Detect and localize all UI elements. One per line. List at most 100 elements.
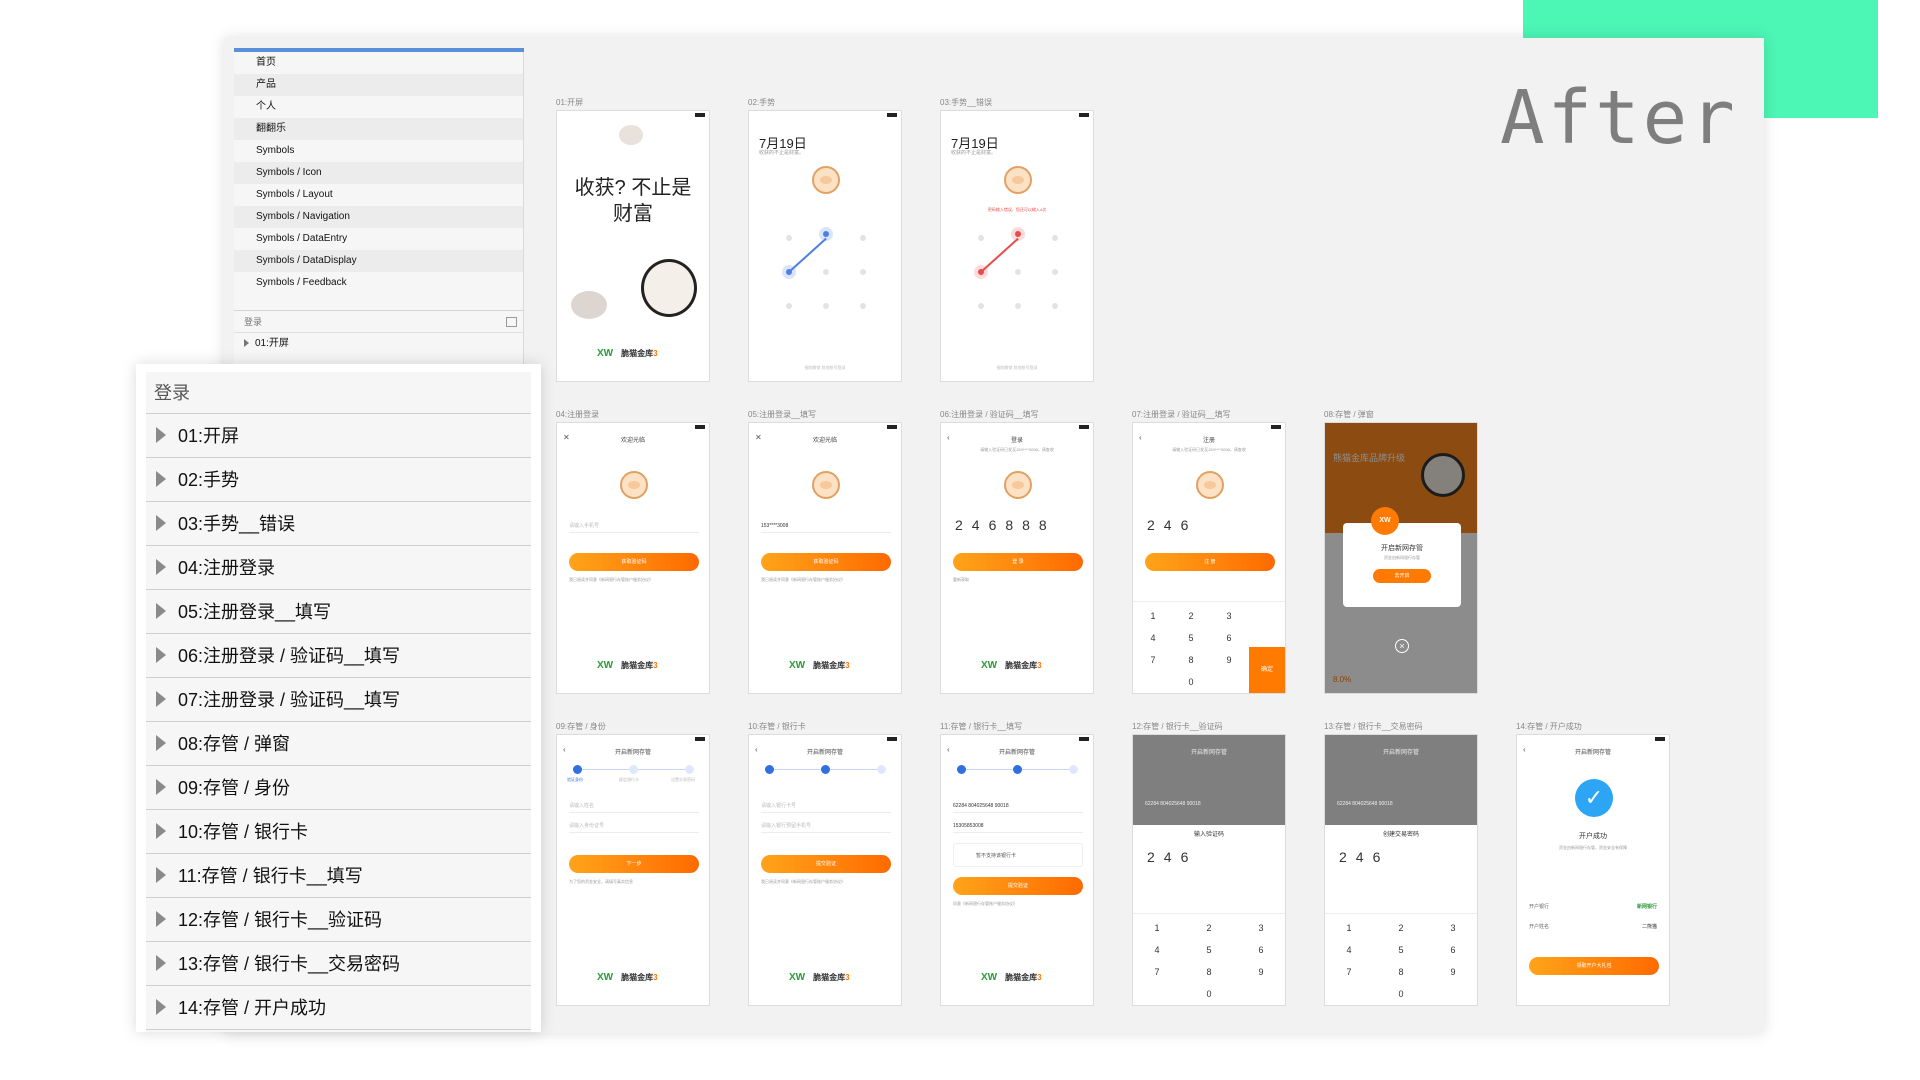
disclosure-triangle-icon[interactable] xyxy=(156,691,166,707)
key[interactable]: 6 xyxy=(1209,628,1249,648)
zoom-layer-row[interactable]: 08:存管 / 弹窗 xyxy=(146,722,531,766)
key[interactable]: 4 xyxy=(1133,628,1173,648)
key[interactable]: 5 xyxy=(1171,628,1211,648)
key[interactable]: 2 xyxy=(1171,606,1211,626)
zoom-layer-row[interactable]: 11:存管 / 银行卡__填写 xyxy=(146,854,531,898)
artboard[interactable]: 14:存管 / 开户成功 ‹ 开启新网存管 ✓ 开户成功 资金由新网银行存管，资… xyxy=(1516,722,1670,1006)
gesture-dot[interactable] xyxy=(860,235,866,241)
key[interactable]: 2 xyxy=(1381,918,1421,938)
gesture-dot[interactable] xyxy=(1052,269,1058,275)
page-item[interactable]: Symbols / DataDisplay xyxy=(234,250,523,272)
key[interactable]: 9 xyxy=(1433,962,1473,982)
page-item[interactable]: Symbols / Layout xyxy=(234,184,523,206)
gesture-dot[interactable] xyxy=(978,235,984,241)
page-item[interactable]: 个人 xyxy=(234,96,523,118)
verification-code[interactable]: 246888 xyxy=(955,517,1056,533)
key[interactable]: 3 xyxy=(1433,918,1473,938)
gesture-dot[interactable] xyxy=(1015,231,1021,237)
gesture-dot[interactable] xyxy=(786,303,792,309)
gesture-dot[interactable] xyxy=(1015,303,1021,309)
artboard[interactable]: 04:注册登录 ✕ 欢迎光临 请输入手机号 获取验证码 我已阅读并同意《新网银行… xyxy=(556,410,710,694)
artboard[interactable]: 02:手势 7月19日 收获的不止是财富。 指纹解锁 其他账号登录 xyxy=(748,98,902,382)
artboard[interactable]: 07:注册登录 / 验证码__填写 ‹ 注册 请输入验证码已发至153****3… xyxy=(1132,410,1286,694)
key[interactable]: 8 xyxy=(1171,650,1211,670)
page-item[interactable]: Symbols / Icon xyxy=(234,162,523,184)
next-button[interactable]: 下一步 xyxy=(569,855,699,873)
confirm-button[interactable]: 确定 xyxy=(1249,647,1285,693)
key[interactable]: 7 xyxy=(1137,962,1177,982)
page-item[interactable]: Symbols / Feedback xyxy=(234,272,523,294)
artboard[interactable]: 10:存管 / 银行卡 ‹ 开启新网存管 请输入银行卡号 请输入银行预留手机号 … xyxy=(748,722,902,1006)
zoom-layer-row[interactable]: 14:存管 / 开户成功 xyxy=(146,986,531,1030)
gesture-dot[interactable] xyxy=(1015,269,1021,275)
name-input[interactable]: 请输入姓名 xyxy=(569,799,699,813)
page-item[interactable]: Symbols / DataEntry xyxy=(234,228,523,250)
zoom-layer-row[interactable]: 01:开屏 xyxy=(146,414,531,458)
artboard[interactable]: 01:开屏 收获? 不止是财富 XW 脆猫金库3 xyxy=(556,98,710,382)
gesture-dot[interactable] xyxy=(823,231,829,237)
agreement-text[interactable]: 我已阅读并同意《新网银行存管账户服务协议》 xyxy=(761,879,845,885)
key[interactable]: 0 xyxy=(1381,984,1421,1004)
close-icon[interactable]: × xyxy=(1395,639,1409,653)
register-button[interactable]: 注 册 xyxy=(1145,553,1275,571)
key[interactable]: 4 xyxy=(1137,940,1177,960)
gesture-dot[interactable] xyxy=(978,303,984,309)
disclosure-triangle-icon[interactable] xyxy=(156,559,166,575)
card-input[interactable]: 请输入银行卡号 xyxy=(761,799,891,813)
key[interactable]: 1 xyxy=(1329,918,1369,938)
disclosure-triangle-icon[interactable] xyxy=(156,427,166,443)
key[interactable]: 3 xyxy=(1241,918,1281,938)
page-item[interactable]: Symbols xyxy=(234,140,523,162)
disclosure-triangle-icon[interactable] xyxy=(156,779,166,795)
verification-code[interactable]: 246 xyxy=(1147,849,1197,865)
key[interactable]: 6 xyxy=(1433,940,1473,960)
canvas[interactable]: 01:开屏 收获? 不止是财富 XW 脆猫金库3 02:手势 7月19日 收获的不… xyxy=(526,52,1750,1022)
disclosure-triangle-icon[interactable] xyxy=(156,515,166,531)
gesture-footer[interactable]: 指纹解锁 其他账号登录 xyxy=(941,365,1093,371)
resend-link[interactable]: 重新获取 xyxy=(953,577,969,583)
key[interactable]: 8 xyxy=(1189,962,1229,982)
disclosure-triangle-icon[interactable] xyxy=(156,867,166,883)
zoom-layer-row[interactable]: 09:存管 / 身份 xyxy=(146,766,531,810)
key[interactable]: 5 xyxy=(1381,940,1421,960)
page-item[interactable]: 产品 xyxy=(234,74,523,96)
add-folder-icon[interactable] xyxy=(506,317,517,327)
submit-button[interactable]: 提交验证 xyxy=(761,855,891,873)
zoom-layer-row[interactable]: 03:手势__错误 xyxy=(146,502,531,546)
disclosure-triangle-icon[interactable] xyxy=(156,471,166,487)
zoom-layer-row[interactable]: 04:注册登录 xyxy=(146,546,531,590)
key[interactable]: 9 xyxy=(1241,962,1281,982)
page-item[interactable]: Symbols / Navigation xyxy=(234,206,523,228)
disclosure-triangle-icon[interactable] xyxy=(156,735,166,751)
key[interactable]: 3 xyxy=(1209,606,1249,626)
gift-button[interactable]: 领取开户大礼包 xyxy=(1529,957,1659,975)
key[interactable]: 7 xyxy=(1329,962,1369,982)
key[interactable]: 9 xyxy=(1209,650,1249,670)
agreement-text[interactable]: 我已阅读并同意《新网银行存管账户服务协议》 xyxy=(761,577,845,583)
artboard[interactable]: 09:存管 / 身份 ‹ 开启新网存管 验证身份 绑定银行卡 设置交易密码 请输… xyxy=(556,722,710,1006)
key[interactable]: 1 xyxy=(1137,918,1177,938)
get-code-button[interactable]: 获取验证码 xyxy=(761,553,891,571)
key[interactable]: 6 xyxy=(1241,940,1281,960)
phone-input[interactable]: 请输入手机号 xyxy=(569,519,699,533)
zoom-layer-row[interactable]: 12:存管 / 银行卡__验证码 xyxy=(146,898,531,942)
phone-input[interactable]: 15305853008 xyxy=(953,819,1083,833)
artboard[interactable]: 05:注册登录__填写 ✕ 欢迎光临 153****3008 获取验证码 我已阅… xyxy=(748,410,902,694)
id-input[interactable]: 请输入身份证号 xyxy=(569,819,699,833)
disclosure-triangle-icon[interactable] xyxy=(156,603,166,619)
gesture-dot[interactable] xyxy=(860,269,866,275)
zoom-layer-row[interactable]: 07:注册登录 / 验证码__填写 xyxy=(146,678,531,722)
password-input[interactable]: 246 xyxy=(1339,849,1389,865)
gesture-dot[interactable] xyxy=(786,235,792,241)
gesture-footer[interactable]: 指纹解锁 其他账号登录 xyxy=(749,365,901,371)
artboard[interactable]: 03:手势__错误 7月19日 收获的不止是财富。 密码输入错误，您还可以输入4… xyxy=(940,98,1094,382)
submit-button[interactable]: 提交验证 xyxy=(953,877,1083,895)
zoom-layer-row[interactable]: 13:存管 / 银行卡__交易密码 xyxy=(146,942,531,986)
login-button[interactable]: 登 录 xyxy=(953,553,1083,571)
disclosure-triangle-icon[interactable] xyxy=(156,647,166,663)
gesture-dot[interactable] xyxy=(1052,303,1058,309)
disclosure-triangle-icon[interactable] xyxy=(156,823,166,839)
artboard[interactable]: 08:存管 / 弹窗 熊猫金库品牌升级 8.0% XW 开启新网存管 资金由新网… xyxy=(1324,410,1478,694)
agreement-text[interactable]: 我已阅读并同意《新网银行存管账户服务协议》 xyxy=(569,577,653,583)
artboard[interactable]: 06:注册登录 / 验证码__填写 ‹ 登录 请输入验证码已发至153****3… xyxy=(940,410,1094,694)
